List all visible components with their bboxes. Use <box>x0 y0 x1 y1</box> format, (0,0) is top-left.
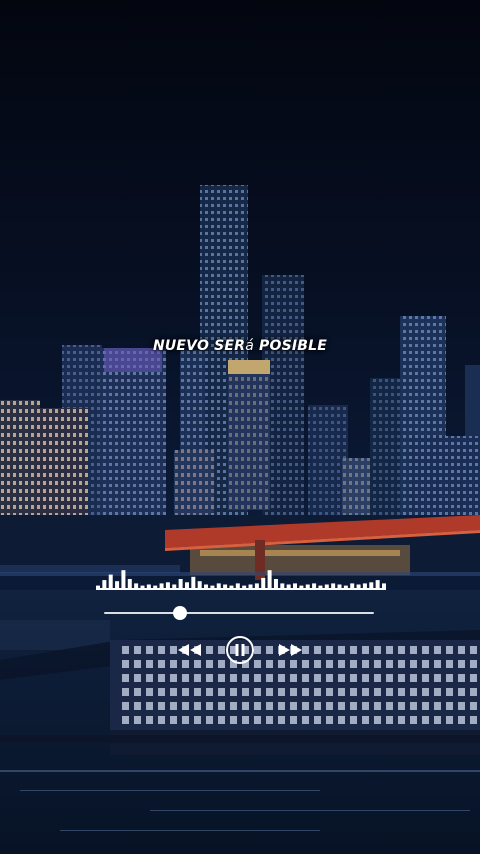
caption-text-part-1: NUEVO SER <box>152 338 246 354</box>
visualizer-bar <box>121 570 126 590</box>
audio-visualizer <box>96 570 386 590</box>
playback-progress-bar[interactable] <box>104 606 374 620</box>
playback-controls <box>170 635 310 665</box>
visualizer-bar <box>108 574 113 590</box>
visualizer-baseline <box>96 588 386 590</box>
fast-forward-button[interactable] <box>270 635 310 665</box>
caption-text-part-3: POSIBLE <box>253 338 328 354</box>
pause-icon <box>226 636 254 664</box>
progress-scrubber-handle[interactable] <box>172 606 187 620</box>
video-frame: NUEVO SERá POSIBLE <box>0 0 480 854</box>
night-city-skyline-image <box>0 0 480 854</box>
fast-forward-icon <box>279 644 302 656</box>
rewind-button[interactable] <box>170 635 210 665</box>
progress-track[interactable] <box>104 612 374 614</box>
visualizer-bar <box>267 570 272 590</box>
song-caption: NUEVO SERá POSIBLE <box>0 338 480 354</box>
pause-button[interactable] <box>225 635 255 665</box>
rewind-icon <box>178 644 201 656</box>
caption-text-part-2: á <box>245 338 254 354</box>
